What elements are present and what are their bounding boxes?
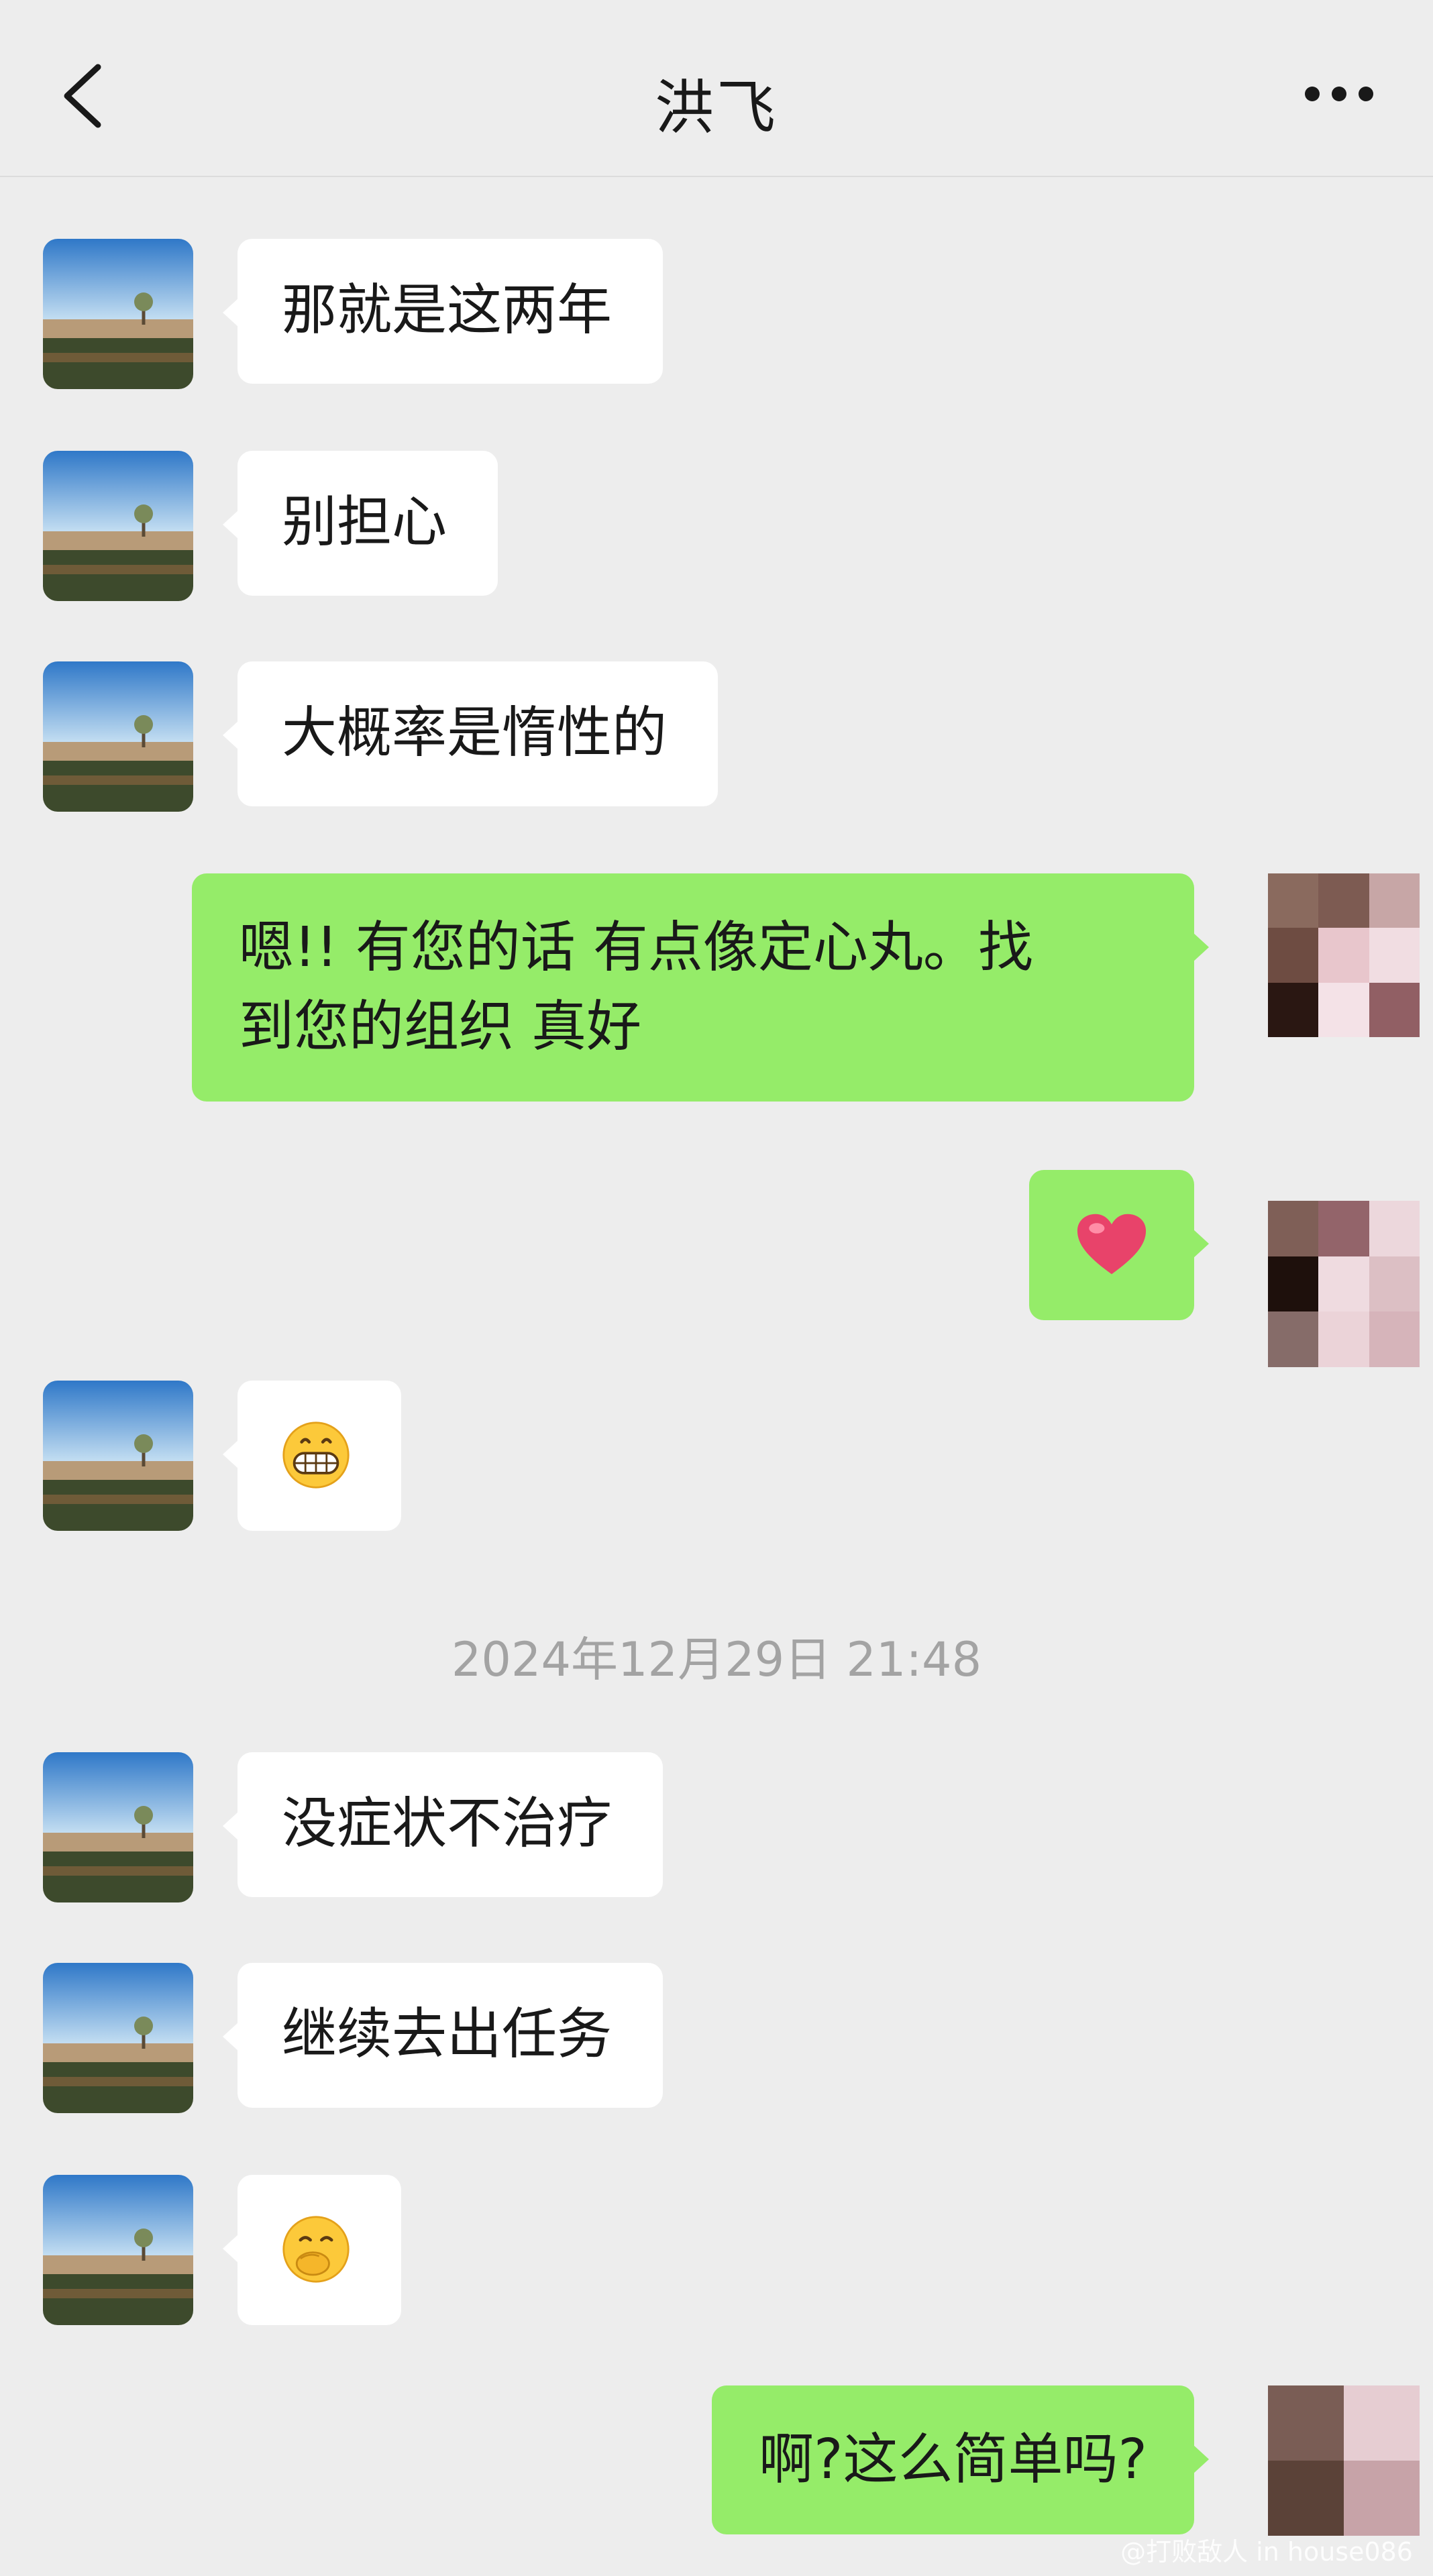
outgoing-message[interactable]: 啊?这么简单吗? [711, 2385, 1210, 2534]
message-text: 大概率是惰性的 [282, 701, 668, 765]
contact-avatar[interactable] [43, 239, 193, 389]
grinning-face-emoji-icon [282, 1421, 350, 1489]
outgoing-message[interactable]: 嗯!! 有您的话 有点像定心丸。找 到您的组织 真好 [192, 873, 1209, 1102]
landscape-avatar-image [43, 239, 193, 389]
incoming-message[interactable] [223, 2175, 401, 2325]
landscape-avatar-image [43, 661, 193, 812]
contact-avatar[interactable] [43, 1752, 193, 1902]
contact-avatar[interactable] [43, 1381, 193, 1531]
message-text: 没症状不治疗 [282, 1792, 613, 1856]
my-avatar[interactable] [1268, 2385, 1420, 2536]
pixelated-avatar-image [1268, 2385, 1420, 2536]
contact-avatar[interactable] [43, 451, 193, 601]
more-button[interactable] [1299, 74, 1379, 114]
contact-avatar[interactable] [43, 661, 193, 812]
more-dots-icon [1305, 87, 1373, 101]
message-text: 那就是这两年 [282, 278, 613, 342]
message-text-line: 到您的组织 真好 [239, 995, 642, 1059]
contact-avatar[interactable] [43, 1963, 193, 2113]
contact-avatar[interactable] [43, 2175, 193, 2325]
nav-bar: 洪飞 [0, 0, 1433, 177]
incoming-message[interactable]: 没症状不治疗 [222, 1752, 664, 1897]
chat-title: 洪飞 [654, 73, 778, 142]
watermark: @打败敌人 in house086 [1120, 2537, 1413, 2567]
landscape-avatar-image [43, 1963, 193, 2113]
landscape-avatar-image [43, 451, 193, 601]
incoming-message[interactable]: 大概率是惰性的 [222, 661, 719, 806]
heart-emoji-icon [1077, 1214, 1147, 1275]
outgoing-message[interactable] [1029, 1170, 1209, 1320]
incoming-message[interactable]: 别担心 [222, 451, 498, 596]
pixelated-avatar-image [1268, 1201, 1420, 1367]
message-text: 别担心 [282, 490, 447, 554]
incoming-message[interactable] [223, 1381, 401, 1531]
message-text-line: 嗯!! 有您的话 有点像定心丸。找 [239, 916, 1033, 979]
landscape-avatar-image [43, 2175, 193, 2325]
pixelated-avatar-image [1268, 873, 1420, 1037]
message-text: 继续去出任务 [282, 2002, 613, 2066]
landscape-avatar-image [43, 1752, 193, 1902]
my-avatar[interactable] [1268, 873, 1420, 1037]
hand-over-mouth-emoji-icon [282, 2216, 350, 2283]
my-avatar[interactable] [1268, 1201, 1420, 1367]
timestamp: 2024年12月29日 21:48 [451, 1632, 982, 1687]
incoming-message[interactable]: 那就是这两年 [222, 239, 664, 384]
incoming-message[interactable]: 继续去出任务 [222, 1963, 664, 2108]
landscape-avatar-image [43, 1381, 193, 1531]
message-text: 啊?这么简单吗? [758, 2428, 1147, 2491]
